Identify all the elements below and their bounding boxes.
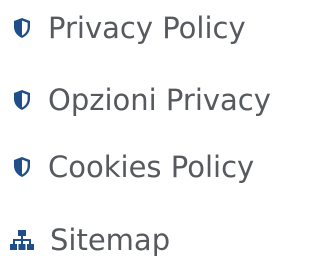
shield-icon <box>10 153 34 181</box>
shield-icon <box>10 14 34 42</box>
sitemap-label: Sitemap <box>50 223 171 257</box>
cookies-policy-link[interactable]: Cookies Policy <box>10 147 254 187</box>
privacy-policy-link[interactable]: Privacy Policy <box>10 8 246 48</box>
shield-icon <box>10 86 34 114</box>
footer-link-list: Privacy Policy Opzioni Privacy Cookies P… <box>0 0 299 257</box>
privacy-options-label: Opzioni Privacy <box>48 83 271 117</box>
sitemap-icon <box>8 226 36 254</box>
privacy-options-link[interactable]: Opzioni Privacy <box>10 80 271 120</box>
cookies-policy-label: Cookies Policy <box>48 150 255 184</box>
sitemap-link[interactable]: Sitemap <box>10 220 170 260</box>
privacy-policy-label: Privacy Policy <box>48 11 246 45</box>
